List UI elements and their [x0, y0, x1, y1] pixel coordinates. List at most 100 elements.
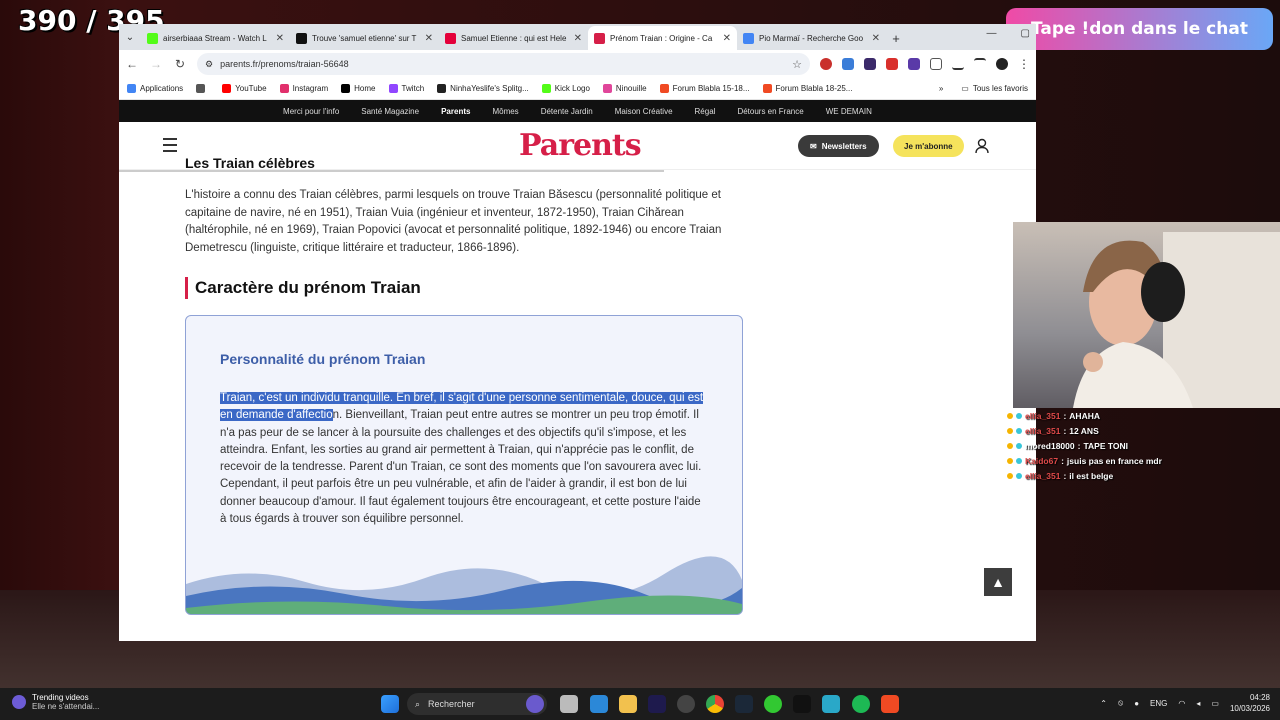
spotify-icon[interactable]	[852, 695, 870, 713]
network-nav-link[interactable]: Maison Créative	[615, 107, 673, 116]
extension-icon[interactable]	[886, 58, 898, 70]
bookmark-item[interactable]: Twitch	[388, 84, 424, 93]
ninouille-icon	[602, 84, 612, 93]
browser-tab[interactable]: airserbiaaa Stream - Watch L ✕	[141, 26, 290, 50]
url-text: parents.fr/prenoms/traian-56648	[220, 59, 349, 69]
bookmark-item[interactable]	[196, 84, 209, 93]
close-tab-icon[interactable]: ✕	[276, 33, 284, 44]
steam-icon[interactable]	[735, 695, 753, 713]
arrow-up-icon: ▲	[991, 574, 1005, 590]
obs-icon[interactable]	[677, 695, 695, 713]
network-nav-link[interactable]: Détente Jardin	[541, 107, 593, 116]
network-nav-link[interactable]: Régal	[695, 107, 716, 116]
copilot-icon[interactable]	[526, 695, 544, 713]
battery-icon[interactable]: ▭	[1211, 699, 1219, 708]
personality-card-text[interactable]: Traian, c'est un individu tranquille. En…	[220, 390, 710, 528]
bookmark-item[interactable]: NinhaYeslife's Splitg...	[437, 84, 529, 93]
shield-extension-icon[interactable]	[908, 58, 920, 70]
bookmark-item[interactable]: YouTube	[222, 84, 267, 93]
site-info-icon[interactable]: ⚙	[205, 59, 213, 70]
subscribe-button[interactable]: Je m'abonne	[893, 135, 964, 157]
network-nav: Merci pour l'info Santé Magazine Parents Mô…	[119, 100, 1036, 122]
chat-username[interactable]: ellia_351	[1025, 471, 1060, 481]
streamer-webcam-image	[1073, 232, 1280, 408]
copilot-app-icon[interactable]	[590, 695, 608, 713]
profile-avatar[interactable]	[996, 58, 1008, 70]
tab-search-icon[interactable]: ⌄	[119, 24, 141, 50]
download-icon[interactable]	[952, 58, 964, 70]
tray-overflow-icon[interactable]: ⌃	[1100, 699, 1107, 708]
network-nav-link[interactable]: Mômes	[492, 107, 518, 116]
language-indicator[interactable]: ENG	[1150, 699, 1167, 708]
parents-icon	[594, 32, 605, 44]
bookmarks-overflow-icon[interactable]: »	[939, 84, 943, 93]
kick-icon	[147, 32, 158, 44]
adblock-extension-icon[interactable]	[820, 58, 832, 70]
close-tab-icon[interactable]: ✕	[425, 33, 433, 44]
close-tab-icon[interactable]: ✕	[723, 33, 731, 44]
hamburger-search-icon[interactable]	[163, 138, 181, 152]
bookmark-star-icon[interactable]: ☆	[792, 58, 802, 71]
app-icon[interactable]	[822, 695, 840, 713]
new-tab-button[interactable]: +	[886, 26, 906, 50]
chat-text: il est belge	[1069, 470, 1114, 481]
minimize-button[interactable]: —	[987, 28, 997, 39]
xbox-icon[interactable]	[764, 695, 782, 713]
browser-tab[interactable]: Prénom Traian : Origine - Ca ✕	[588, 26, 737, 50]
maximize-button[interactable]: ▢	[1021, 28, 1030, 39]
bookmark-item[interactable]: Home	[341, 84, 376, 93]
tab-strip: ⌄ airserbiaaa Stream - Watch L ✕ Trouve 's…	[119, 24, 1036, 50]
tiktok-icon[interactable]	[793, 695, 811, 713]
network-off-icon[interactable]: ⦸	[1118, 698, 1123, 708]
all-bookmarks-folder[interactable]: ▭ Tous les favoris	[961, 84, 1028, 93]
forward-button[interactable]: →	[149, 57, 163, 71]
browser-tab[interactable]: Samuel Etienne : qui est Hele ✕	[439, 26, 588, 50]
bookmark-item[interactable]: Applications	[127, 84, 183, 93]
extensions-puzzle-icon[interactable]	[930, 58, 942, 70]
clock[interactable]: 04:28 10/03/2026	[1230, 692, 1270, 714]
brave-icon[interactable]	[881, 695, 899, 713]
file-explorer-icon[interactable]	[619, 695, 637, 713]
premiere-pro-icon[interactable]	[648, 695, 666, 713]
wifi-icon[interactable]: ◠	[1178, 699, 1185, 708]
windows-start-icon[interactable]	[381, 695, 399, 713]
wifi-extension-icon[interactable]	[842, 58, 854, 70]
chat-text: AHAHA	[1069, 410, 1100, 421]
network-nav-link[interactable]: Détours en France	[737, 107, 803, 116]
chat-username[interactable]: ellia_351	[1025, 411, 1060, 421]
widgets-button[interactable]: Trending videos Elle ne s'attendai...	[12, 693, 99, 711]
bookmark-item[interactable]: Instagram	[279, 84, 328, 93]
microphone-icon[interactable]: ●	[1134, 699, 1139, 708]
close-tab-icon[interactable]: ✕	[872, 33, 880, 44]
browser-tab[interactable]: Trouve 'samuel etienne' sur T ✕	[290, 26, 439, 50]
browser-tab[interactable]: Pio Marmaï - Recherche Goo ✕	[737, 26, 886, 50]
network-nav-link[interactable]: WE DEMAIN	[826, 107, 872, 116]
sub-badge-icon	[1007, 412, 1013, 419]
news-widget-icon	[12, 695, 26, 709]
newsletters-button[interactable]: ✉ Newsletters	[798, 135, 879, 157]
reload-button[interactable]: ↻	[173, 57, 187, 71]
chat-username[interactable]: mored18000	[1025, 441, 1075, 451]
bookmark-item[interactable]: Kick Logo	[541, 84, 590, 93]
address-bar[interactable]: ⚙ parents.fr/prenoms/traian-56648 ☆	[197, 53, 810, 75]
browser-menu-icon[interactable]: ⋮	[1018, 57, 1030, 71]
network-nav-link[interactable]: Parents	[441, 107, 470, 116]
sub-badge-icon	[1007, 472, 1013, 479]
user-account-icon[interactable]	[975, 138, 989, 154]
close-tab-icon[interactable]: ✕	[574, 33, 582, 44]
extension-icon[interactable]	[864, 58, 876, 70]
bookmark-item[interactable]: Forum Blabla 15-18...	[659, 84, 750, 93]
network-nav-link[interactable]: Merci pour l'info	[283, 107, 339, 116]
chat-username[interactable]: ellia_351	[1025, 426, 1060, 436]
chat-username[interactable]: Kaido67	[1025, 456, 1058, 466]
chrome-icon[interactable]	[706, 695, 724, 713]
back-button[interactable]: ←	[125, 57, 139, 71]
back-to-top-button[interactable]: ▲	[984, 568, 1012, 596]
volume-icon[interactable]: ◂	[1196, 699, 1200, 708]
network-nav-link[interactable]: Santé Magazine	[361, 107, 419, 116]
task-view-icon[interactable]	[560, 695, 578, 713]
reading-list-icon[interactable]	[974, 58, 986, 70]
bookmark-item[interactable]: Forum Blabla 18-25...	[762, 84, 852, 93]
apps-icon	[127, 84, 136, 93]
bookmark-item[interactable]: Ninouille	[602, 84, 647, 93]
